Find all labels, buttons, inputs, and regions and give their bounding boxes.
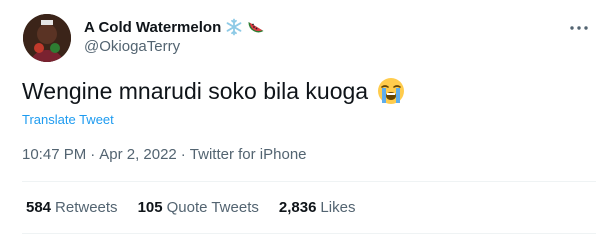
tweet-date[interactable]: Apr 2, 2022 bbox=[99, 146, 177, 163]
tweet-text: Wengine mnarudi soko bila kuoga bbox=[22, 77, 369, 104]
author-display-name[interactable]: A Cold Watermelon bbox=[84, 19, 221, 36]
meta-separator: · bbox=[180, 146, 186, 163]
tweet-metadata: 10:47 PM · Apr 2, 2022 · Twitter for iPhone bbox=[22, 146, 307, 163]
avatar[interactable] bbox=[23, 14, 71, 62]
watermelon-emoji-icon bbox=[247, 18, 265, 36]
retweets-label: Retweets bbox=[55, 199, 118, 216]
translate-tweet-link[interactable]: Translate Tweet bbox=[22, 112, 114, 127]
divider bbox=[22, 181, 596, 182]
author-handle[interactable]: @OkiogaTerry bbox=[84, 38, 180, 55]
quote-tweets-stat[interactable]: 105 Quote Tweets bbox=[138, 199, 259, 216]
retweets-stat[interactable]: 584 Retweets bbox=[26, 199, 118, 216]
more-options-icon[interactable] bbox=[564, 18, 594, 38]
quote-tweets-label: Quote Tweets bbox=[166, 199, 259, 216]
tweet-source[interactable]: Twitter for iPhone bbox=[190, 146, 307, 163]
quote-tweets-count: 105 bbox=[137, 199, 163, 216]
snowflake-emoji-icon bbox=[225, 18, 243, 36]
retweets-count: 584 bbox=[26, 199, 52, 216]
tweet-text-row: Wengine mnarudi soko bila kuoga bbox=[22, 76, 406, 106]
likes-count: 2,836 bbox=[278, 199, 317, 216]
loudly-crying-face-emoji-icon bbox=[376, 76, 406, 106]
meta-separator: · bbox=[90, 146, 96, 163]
likes-label: Likes bbox=[320, 199, 356, 216]
tweet-time[interactable]: 10:47 PM bbox=[22, 146, 86, 163]
likes-stat[interactable]: 2,836 Likes bbox=[279, 199, 356, 216]
divider bbox=[22, 233, 596, 234]
author-name-row: A Cold Watermelon bbox=[84, 16, 265, 38]
tweet-card: A Cold Watermelon @OkiogaTerry Wengine m… bbox=[0, 0, 612, 242]
tweet-stats: 584 Retweets 105 Quote Tweets 2,836 Likes bbox=[26, 199, 375, 216]
